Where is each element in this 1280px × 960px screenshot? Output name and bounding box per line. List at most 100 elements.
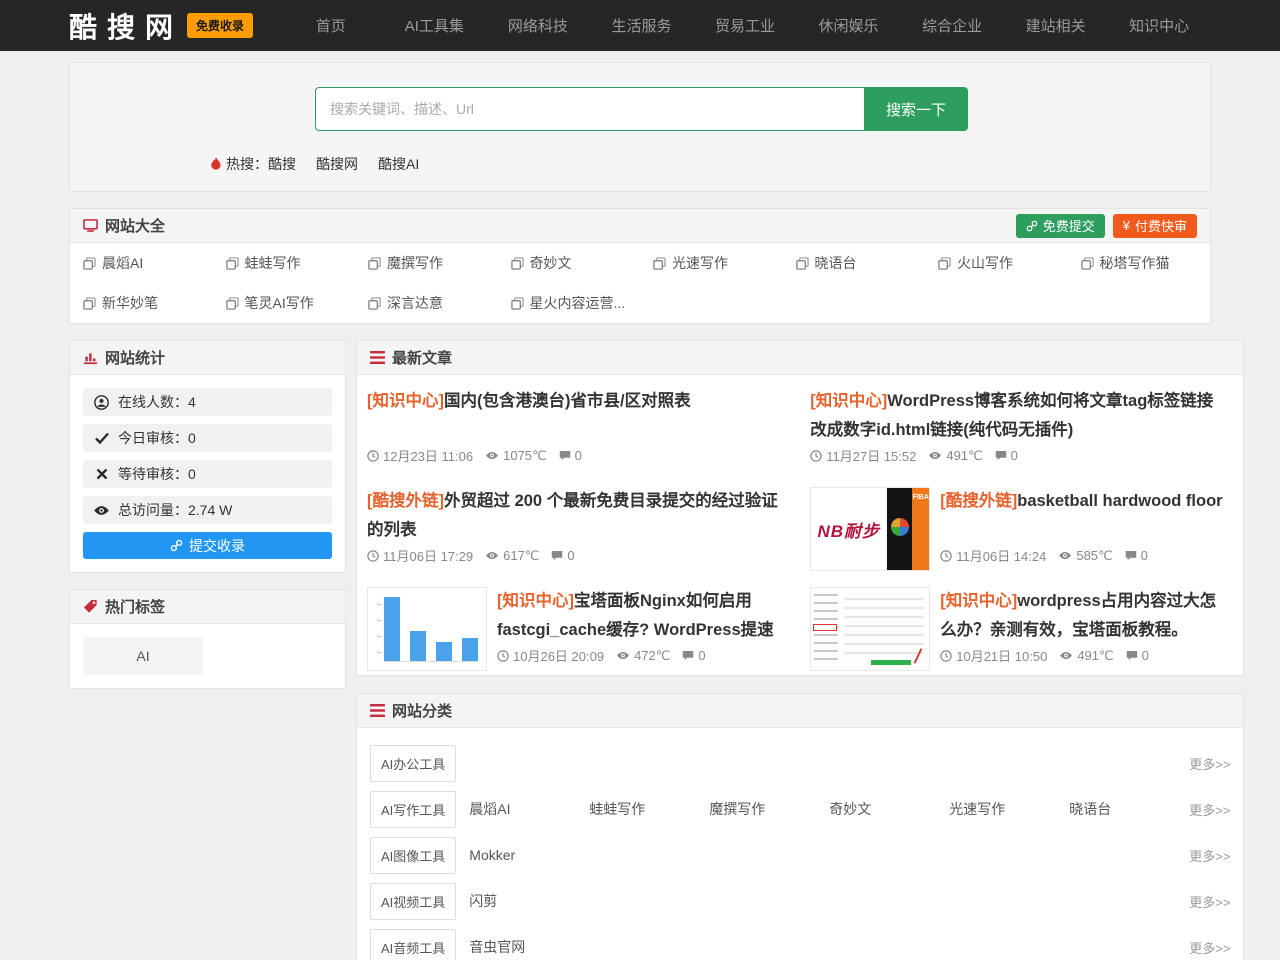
- site-link[interactable]: 深言达意: [355, 283, 498, 323]
- article-title[interactable]: [知识中心]WordPress博客系统如何将文章tag标签链接改成数字id.ht…: [810, 387, 1229, 445]
- eye-icon: [616, 651, 630, 660]
- thumbnail-panel-table: [844, 598, 924, 656]
- nav-item-trade-industry[interactable]: 贸易工业: [693, 15, 797, 36]
- article-title[interactable]: [知识中心]wordpress占用内容过大怎么办？亲测有效，宝塔面板教程。: [940, 587, 1229, 645]
- site-link[interactable]: 星火内容运营...: [498, 283, 641, 323]
- site-link[interactable]: 新华妙笔: [70, 283, 213, 323]
- submit-site-button[interactable]: 提交收录: [83, 532, 332, 559]
- article-item[interactable]: [酷搜外链]外贸超过 200 个最新免费目录提交的经过验证的列表 11月06日 …: [357, 475, 800, 575]
- site-link[interactable]: 火山写作: [925, 243, 1068, 283]
- article-item[interactable]: [知识中心]国内(包含港澳台)省市县/区对照表 12月23日 11:06 107…: [357, 375, 800, 475]
- site-link[interactable]: 秘塔写作猫: [1068, 243, 1211, 283]
- category-label[interactable]: AI图像工具: [370, 837, 456, 874]
- category-label[interactable]: AI音频工具: [370, 929, 456, 960]
- site-link[interactable]: 魔撰写作: [355, 243, 498, 283]
- article-category[interactable]: [知识中心]: [367, 392, 444, 410]
- article-comments: 0: [567, 548, 574, 563]
- clock-icon: [367, 450, 379, 462]
- nav-item-network-tech[interactable]: 网络科技: [486, 15, 590, 36]
- category-site-link[interactable]: Mokker: [469, 847, 589, 863]
- article-item[interactable]: [知识中心]wordpress占用内容过大怎么办？亲测有效，宝塔面板教程。 10…: [800, 575, 1243, 675]
- category-row: AI视频工具 闪剪 更多>>: [357, 878, 1243, 924]
- article-comments: 0: [1011, 448, 1018, 463]
- site-link[interactable]: 笔灵AI写作: [213, 283, 356, 323]
- article-category[interactable]: [知识中心]: [810, 392, 887, 410]
- site-link[interactable]: 蛙蛙写作: [213, 243, 356, 283]
- article-category[interactable]: [知识中心]: [940, 592, 1017, 610]
- site-link[interactable]: 光速写作: [640, 243, 783, 283]
- nav-item-enterprise[interactable]: 综合企业: [900, 15, 1004, 36]
- article-views: 491℃: [946, 448, 982, 464]
- free-submit-button[interactable]: 免费提交: [1016, 214, 1105, 238]
- hot-term[interactable]: 酷搜: [268, 154, 296, 174]
- tag-chip-ai[interactable]: AI: [83, 637, 203, 675]
- more-link[interactable]: 更多>>: [1189, 892, 1230, 911]
- more-link[interactable]: 更多>>: [1189, 800, 1230, 819]
- article-category[interactable]: [酷搜外链]: [940, 492, 1017, 510]
- article-title[interactable]: [知识中心]宝塔面板Nginx如何启用fastcgi_cache缓存? Word…: [497, 587, 786, 645]
- article-category[interactable]: [知识中心]: [497, 592, 574, 610]
- more-link[interactable]: 更多>>: [1189, 754, 1230, 773]
- thumbnail-bar-chart: [384, 596, 478, 662]
- category-site-link[interactable]: 奇妙文: [829, 799, 949, 819]
- comment-icon: [682, 650, 694, 661]
- hot-term[interactable]: 酷搜网: [316, 154, 358, 174]
- nav-item-life-services[interactable]: 生活服务: [590, 15, 694, 36]
- category-site-link[interactable]: 音虫官网: [469, 937, 589, 957]
- article-thumbnail[interactable]: [810, 587, 930, 671]
- article-meta: 12月23日 11:06 1075℃ 0: [367, 446, 786, 467]
- article-meta: 10月26日 20:09 472℃ 0: [497, 646, 786, 667]
- more-link[interactable]: 更多>>: [1189, 846, 1230, 865]
- article-views: 1075℃: [503, 448, 547, 464]
- comment-icon: [1125, 550, 1137, 561]
- article-comments: 0: [1141, 548, 1148, 563]
- article-category[interactable]: [酷搜外链]: [367, 492, 444, 510]
- article-thumbnail[interactable]: NB耐步 FIBA: [810, 487, 930, 571]
- nav-item-knowledge[interactable]: 知识中心: [1107, 15, 1211, 36]
- article-item[interactable]: [知识中心]WordPress博客系统如何将文章tag标签链接改成数字id.ht…: [800, 375, 1243, 475]
- clone-icon: [511, 257, 524, 270]
- nav-item-site-building[interactable]: 建站相关: [1004, 15, 1108, 36]
- paid-review-button[interactable]: ¥ 付费快审: [1113, 214, 1197, 238]
- stat-pending-review: 等待审核：0: [83, 460, 332, 488]
- site-logo[interactable]: 酷搜网: [69, 6, 183, 46]
- article-title[interactable]: [酷搜外链]basketball hardwood floor: [940, 487, 1229, 516]
- category-label[interactable]: AI办公工具: [370, 745, 456, 782]
- free-include-badge[interactable]: 免费收录: [187, 13, 253, 38]
- nav-item-home[interactable]: 首页: [279, 15, 383, 36]
- site-link[interactable]: 晓语台: [783, 243, 926, 283]
- category-site-link[interactable]: 魔撰写作: [709, 799, 829, 819]
- search-panel: 搜索一下 热搜： 酷搜 酷搜网 酷搜AI: [69, 62, 1211, 192]
- site-link[interactable]: 晨熖AI: [70, 243, 213, 283]
- search-button[interactable]: 搜索一下: [864, 87, 968, 131]
- category-site-link[interactable]: 晨熖AI: [469, 799, 589, 819]
- category-site-link[interactable]: 蛙蛙写作: [589, 799, 709, 819]
- article-comments: 0: [575, 448, 582, 463]
- article-item[interactable]: [知识中心]宝塔面板Nginx如何启用fastcgi_cache缓存? Word…: [357, 575, 800, 675]
- site-link[interactable]: 奇妙文: [498, 243, 641, 283]
- nav-item-ai-tools[interactable]: AI工具集: [383, 15, 487, 36]
- article-title[interactable]: [酷搜外链]外贸超过 200 个最新免费目录提交的经过验证的列表: [367, 487, 786, 545]
- category-site-link[interactable]: 闪剪: [469, 891, 589, 911]
- category-label[interactable]: AI视频工具: [370, 883, 456, 920]
- category-row: AI写作工具 晨熖AI 蛙蛙写作 魔撰写作 奇妙文 光速写作 晓语台 更多>>: [357, 786, 1243, 832]
- article-views: 585℃: [1076, 548, 1112, 564]
- category-site-link[interactable]: 晓语台: [1069, 799, 1189, 819]
- site-stats-title: 网站统计: [105, 347, 165, 368]
- category-label[interactable]: AI写作工具: [370, 791, 456, 828]
- category-site-link[interactable]: 光速写作: [949, 799, 1069, 819]
- eye-icon: [928, 451, 942, 460]
- article-item[interactable]: NB耐步 FIBA [酷搜外链]basketball hardwood floo…: [800, 475, 1243, 575]
- x-icon: [93, 468, 110, 480]
- clone-icon: [938, 257, 951, 270]
- search-input[interactable]: [315, 87, 864, 131]
- hot-search-row: 热搜： 酷搜 酷搜网 酷搜AI: [210, 154, 419, 174]
- more-link[interactable]: 更多>>: [1189, 938, 1230, 957]
- article-title[interactable]: [知识中心]国内(包含港澳台)省市县/区对照表: [367, 387, 786, 416]
- comment-icon: [559, 450, 571, 461]
- hot-term[interactable]: 酷搜AI: [378, 154, 419, 174]
- nav-item-entertainment[interactable]: 休闲娱乐: [797, 15, 901, 36]
- article-date: 11月06日 17:29: [383, 546, 473, 565]
- article-thumbnail[interactable]: [367, 587, 487, 671]
- categories-list: AI办公工具 更多>> AI写作工具 晨熖AI 蛙蛙写作 魔撰写作 奇妙文 光速…: [357, 728, 1243, 960]
